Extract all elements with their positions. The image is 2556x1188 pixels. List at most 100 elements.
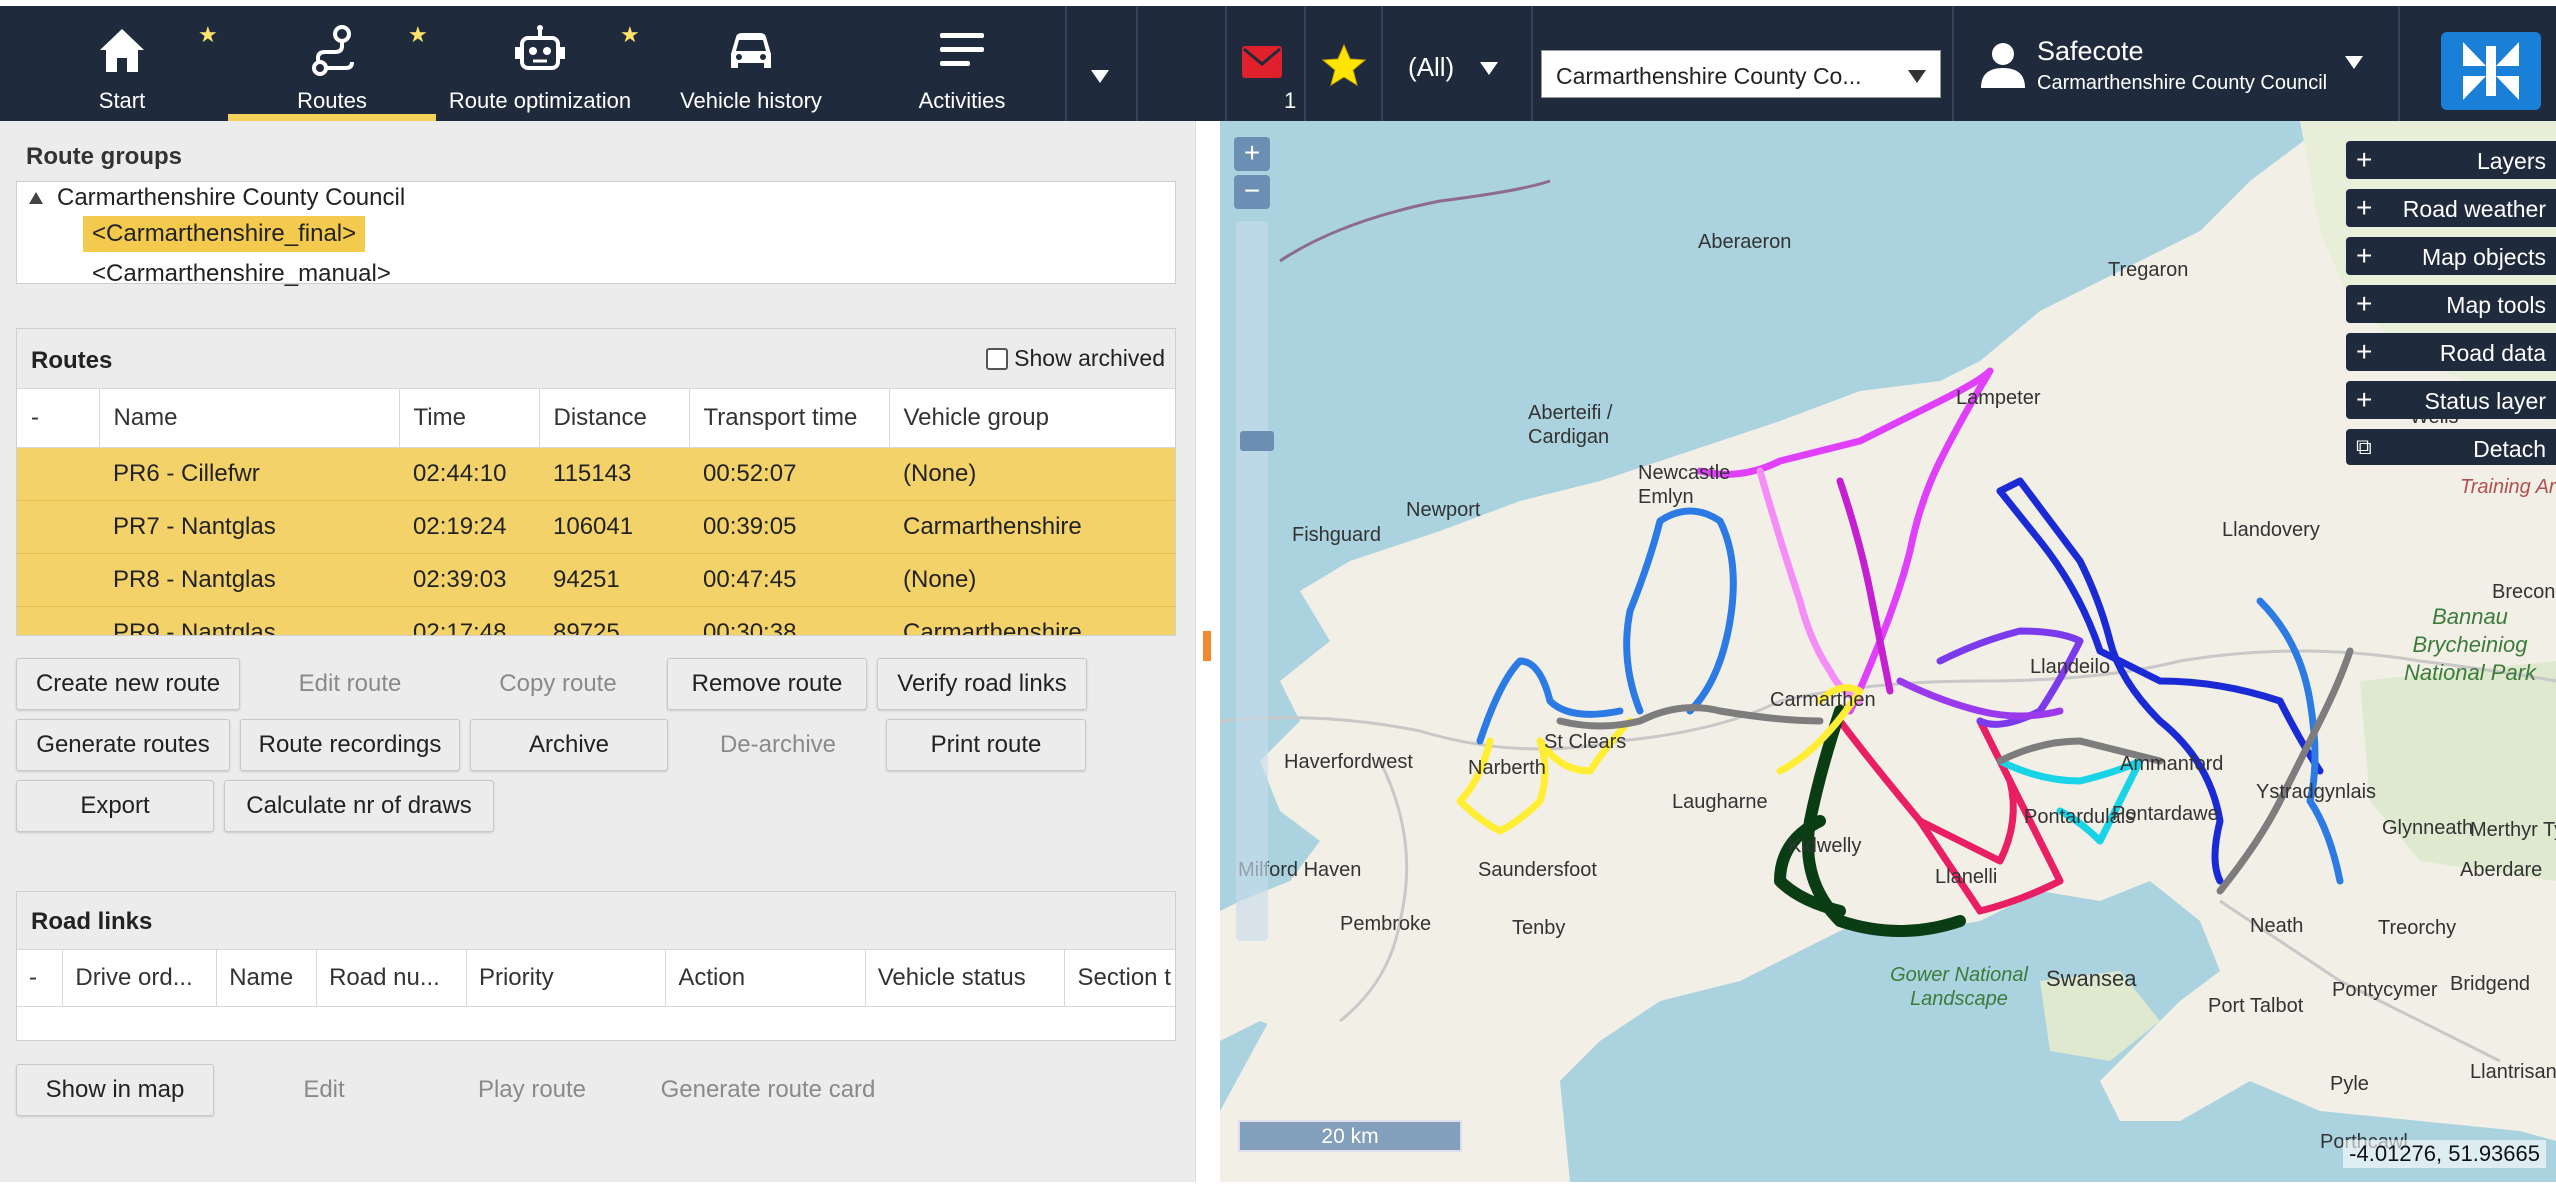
- place-label: Llandeilo: [2030, 656, 2111, 678]
- status-layer-button[interactable]: + Status layer: [2346, 381, 2556, 419]
- panel-splitter[interactable]: [1195, 121, 1220, 1182]
- column-header[interactable]: Priority: [466, 950, 667, 1007]
- place-label: Saundersfoot: [1478, 859, 1597, 881]
- organization-select-value: Carmarthenshire County Co...: [1556, 63, 1862, 89]
- routes-title: Routes: [31, 347, 113, 374]
- table-cell: 02:19:24: [399, 500, 539, 554]
- show-archived-label: Show archived: [1014, 345, 1165, 371]
- column-header[interactable]: Drive ord...: [62, 950, 218, 1007]
- user-organization: Carmarthenshire County Council: [2037, 72, 2328, 94]
- splitter-handle[interactable]: [1203, 631, 1211, 661]
- column-header[interactable]: Section t: [1064, 950, 1175, 1007]
- map-view[interactable]: Aberaeron Tregaron Aberteifi / Cardigan …: [1220, 121, 2556, 1182]
- table-cell: 00:39:05: [689, 500, 889, 554]
- table-row[interactable]: PR9 - Nantglas 02:17:48 89725 00:30:38 C…: [17, 606, 1175, 635]
- table-cell: (None): [889, 553, 1175, 607]
- place-label: Pembroke: [1340, 913, 1432, 935]
- plus-icon: +: [2356, 288, 2373, 319]
- nav-routes[interactable]: Routes: [228, 6, 436, 121]
- app-logo[interactable]: [2441, 32, 2541, 110]
- column-header[interactable]: Name: [99, 389, 400, 448]
- user-menu[interactable]: Safecote Carmarthenshire County Council: [1955, 6, 2395, 121]
- copy-route-button[interactable]: Copy route: [460, 658, 656, 710]
- export-button[interactable]: Export: [16, 780, 214, 832]
- nav-activities[interactable]: Activities: [862, 6, 1062, 121]
- column-header[interactable]: Time: [399, 389, 540, 448]
- table-row[interactable]: PR8 - Nantglas 02:39:03 94251 00:47:45 (…: [17, 553, 1175, 607]
- more-menu-button[interactable]: [1066, 6, 1136, 121]
- zoom-out-button[interactable]: −: [1234, 175, 1270, 209]
- checkbox-icon[interactable]: [986, 347, 1009, 370]
- place-label: Pontycymer: [2332, 979, 2438, 1001]
- column-header[interactable]: Distance: [539, 389, 690, 448]
- route-groups-title: Route groups: [26, 143, 182, 170]
- vehicle-filter-dropdown[interactable]: (All): [1384, 6, 1529, 121]
- place-label: Brecon: [2492, 581, 2556, 603]
- column-header[interactable]: Vehicle group: [889, 389, 1175, 448]
- map-tools-button[interactable]: + Map tools: [2346, 285, 2556, 323]
- tree-item-selected[interactable]: <Carmarthenshire_final>: [83, 216, 366, 252]
- home-icon: [100, 29, 144, 72]
- plus-icon: +: [2356, 336, 2373, 367]
- play-route-button[interactable]: Play route: [432, 1064, 632, 1116]
- show-in-map-button[interactable]: Show in map: [16, 1064, 214, 1116]
- calculate-draws-button[interactable]: Calculate nr of draws: [224, 780, 494, 832]
- collapse-triangle-icon[interactable]: [29, 192, 43, 204]
- route-recordings-button[interactable]: Route recordings: [240, 719, 460, 771]
- zoom-slider-handle[interactable]: [1240, 431, 1274, 451]
- column-header[interactable]: Vehicle status: [865, 950, 1066, 1007]
- show-archived-checkbox[interactable]: Show archived: [986, 345, 1165, 372]
- table-cell: 115143: [539, 447, 689, 501]
- table-cell: 02:39:03: [399, 553, 539, 607]
- remove-route-button[interactable]: Remove route: [667, 658, 867, 710]
- column-header[interactable]: Name: [216, 950, 318, 1007]
- place-label: Pyle: [2330, 1073, 2369, 1095]
- archive-button[interactable]: Archive: [470, 719, 668, 771]
- column-header[interactable]: Action: [665, 950, 866, 1007]
- edit-route-button[interactable]: Edit route: [250, 658, 450, 710]
- nav-start[interactable]: Start: [58, 6, 186, 121]
- favorites-button[interactable]: [1308, 6, 1383, 121]
- column-header[interactable]: -: [17, 389, 100, 448]
- layer-label: Map tools: [2446, 292, 2546, 318]
- detach-icon: ⧉: [2356, 434, 2372, 459]
- print-route-button[interactable]: Print route: [886, 719, 1086, 771]
- table-cell: (None): [889, 447, 1175, 501]
- column-header[interactable]: -: [17, 950, 64, 1007]
- nav-route-optimization[interactable]: Route optimization: [440, 6, 640, 121]
- tree-item[interactable]: <Carmarthenshire_manual>: [92, 260, 391, 288]
- column-header[interactable]: Transport time: [689, 389, 890, 448]
- road-data-button[interactable]: + Road data: [2346, 333, 2556, 371]
- table-header-row: - Drive ord... Name Road nu... Priority …: [17, 950, 1175, 1007]
- place-label: St Clears: [1544, 731, 1627, 753]
- table-row[interactable]: PR7 - Nantglas 02:19:24 106041 00:39:05 …: [17, 500, 1175, 554]
- nav-vehicle-history[interactable]: Vehicle history: [646, 6, 856, 121]
- divider: [1381, 6, 1383, 121]
- edit-link-button[interactable]: Edit: [224, 1064, 424, 1116]
- zoom-slider[interactable]: [1236, 221, 1274, 941]
- road-weather-button[interactable]: + Road weather: [2346, 189, 2556, 227]
- detach-button[interactable]: ⧉ Detach: [2346, 429, 2556, 465]
- place-label: Tregaron: [2108, 259, 2189, 281]
- nav-start-label: Start: [98, 88, 146, 113]
- place-label: Glynneath: [2382, 817, 2474, 839]
- verify-road-links-button[interactable]: Verify road links: [877, 658, 1087, 710]
- table-row[interactable]: PR6 - Cillefwr 02:44:10 115143 00:52:07 …: [17, 447, 1175, 501]
- nav-route-optimization-label: Route optimization: [448, 88, 632, 113]
- organization-select[interactable]: Carmarthenshire County Co...: [1541, 50, 1941, 98]
- generate-routes-button[interactable]: Generate routes: [16, 719, 230, 771]
- place-label: Merthyr Tydfil: [2470, 819, 2556, 841]
- column-header[interactable]: Road nu...: [316, 950, 467, 1007]
- place-label: Training Area: [2460, 476, 2556, 498]
- messages-button[interactable]: 1: [1228, 6, 1303, 121]
- plus-icon: +: [2356, 192, 2373, 223]
- create-route-button[interactable]: Create new route: [16, 658, 240, 710]
- zoom-in-button[interactable]: +: [1234, 137, 1270, 171]
- routes-header: Routes Show archived: [17, 329, 1175, 389]
- tree-root[interactable]: Carmarthenshire County Council: [57, 184, 405, 212]
- map-objects-button[interactable]: + Map objects: [2346, 237, 2556, 275]
- layers-button[interactable]: + Layers: [2346, 141, 2556, 179]
- generate-route-card-button[interactable]: Generate route card: [640, 1064, 896, 1116]
- de-archive-button[interactable]: De-archive: [678, 719, 878, 771]
- plus-icon: +: [2356, 144, 2373, 175]
